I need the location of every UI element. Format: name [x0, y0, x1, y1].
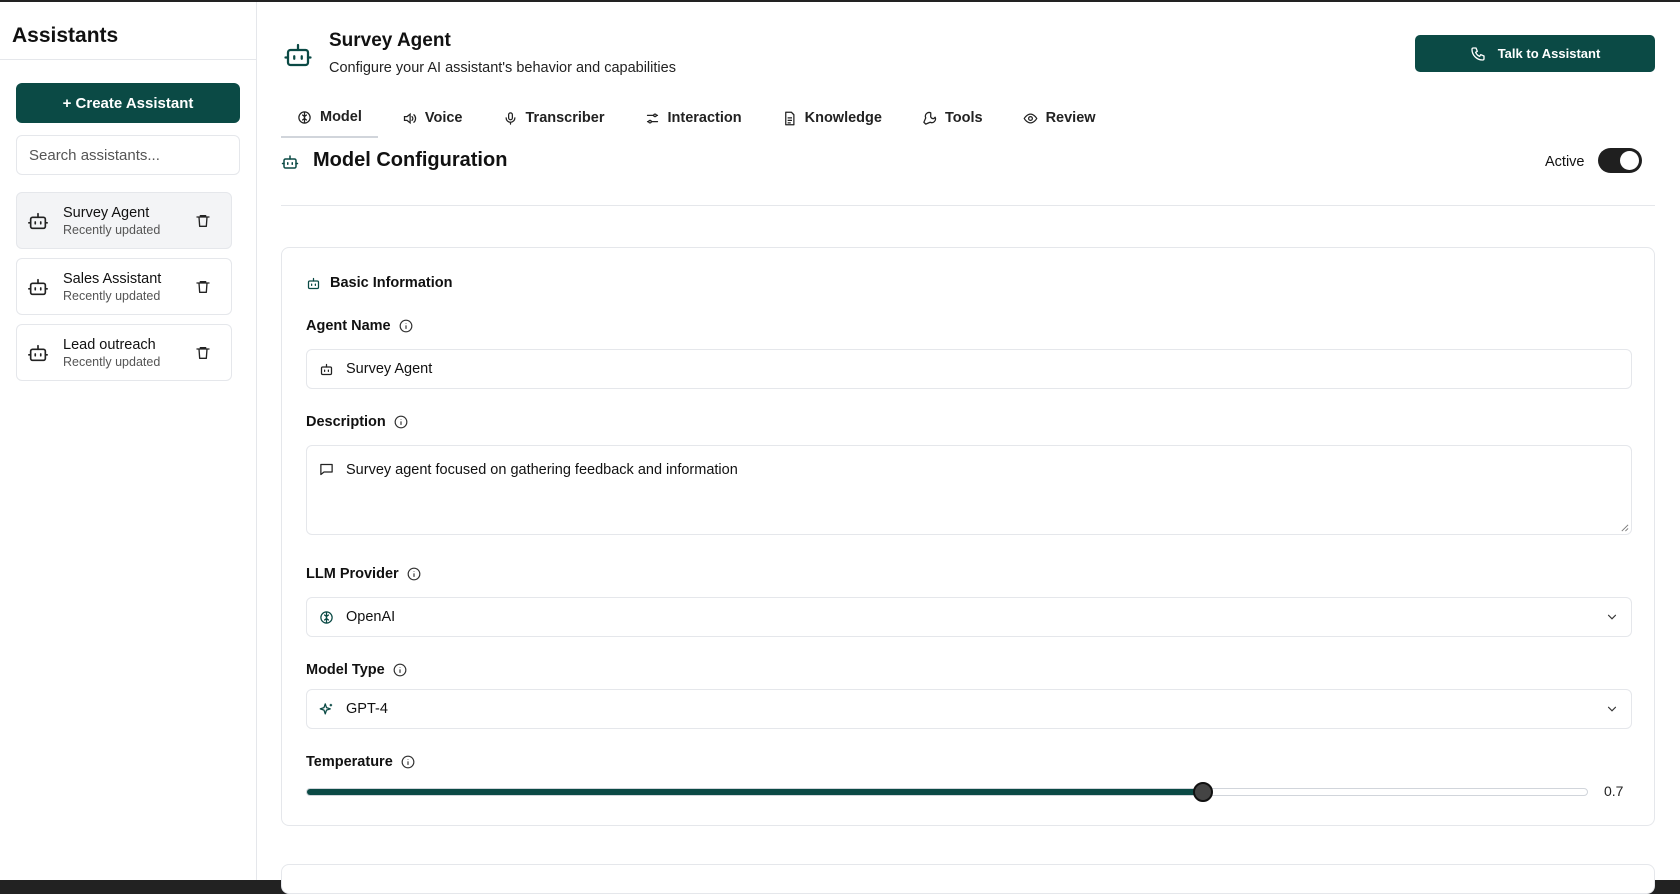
- tab-model[interactable]: Model: [281, 98, 378, 138]
- agent-name-field[interactable]: Survey Agent: [306, 349, 1632, 389]
- assistant-item-survey-agent[interactable]: Survey Agent Recently updated: [16, 192, 232, 249]
- create-assistant-button[interactable]: + Create Assistant: [16, 83, 240, 123]
- app-window: Assistants + Create Assistant Survey Age…: [0, 2, 1680, 894]
- main-panel: Survey Agent Configure your AI assistant…: [257, 2, 1680, 894]
- bot-icon: [284, 43, 312, 67]
- model-type-label: Model Type: [306, 662, 407, 678]
- bot-icon: [28, 212, 48, 229]
- assistant-item-sales-assistant[interactable]: Sales Assistant Recently updated: [16, 258, 232, 315]
- description-label-text: Description: [306, 414, 386, 430]
- comment-icon: [320, 463, 333, 476]
- assistant-name: Sales Assistant: [63, 270, 162, 287]
- tab-label: Tools: [944, 110, 983, 126]
- resize-handle-icon[interactable]: [1620, 523, 1629, 532]
- info-icon[interactable]: [401, 755, 415, 769]
- tab-interaction[interactable]: Interaction: [629, 98, 758, 138]
- document-icon: [784, 111, 795, 125]
- trash-icon[interactable]: [195, 345, 211, 361]
- tab-review[interactable]: Review: [1007, 98, 1112, 138]
- slider-fill: [307, 789, 1203, 795]
- model-type-value: GPT-4: [346, 701, 388, 717]
- bot-icon: [307, 277, 320, 289]
- config-tabs: Model Voice Transcriber Interaction Know…: [281, 98, 1120, 140]
- slider-thumb[interactable]: [1193, 782, 1213, 802]
- card-heading-label: Basic Information: [330, 275, 453, 291]
- info-icon[interactable]: [394, 415, 408, 429]
- sliders-icon: [646, 113, 658, 123]
- trash-icon[interactable]: [195, 279, 211, 295]
- next-card: [281, 864, 1655, 894]
- assistant-updated: Recently updated: [63, 222, 161, 237]
- brain-icon: [298, 110, 311, 124]
- divider: [281, 205, 1655, 206]
- assistant-name: Survey Agent: [63, 204, 150, 221]
- agent-name-value: Survey Agent: [346, 361, 433, 377]
- active-toggle[interactable]: [1598, 148, 1642, 173]
- page-title: Survey Agent: [329, 30, 451, 51]
- description-value: Survey agent focused on gathering feedba…: [346, 462, 738, 478]
- llm-provider-value: OpenAI: [346, 609, 396, 625]
- tab-tools[interactable]: Tools: [906, 98, 999, 138]
- trash-icon[interactable]: [195, 213, 211, 229]
- tab-label: Transcriber: [525, 110, 605, 126]
- chevron-down-icon: [1607, 706, 1617, 712]
- assistant-item-lead-outreach[interactable]: Lead outreach Recently updated: [16, 324, 232, 381]
- tab-label: Model: [320, 109, 362, 125]
- agent-name-label-text: Agent Name: [306, 318, 391, 334]
- tab-label: Interaction: [667, 110, 742, 126]
- info-icon[interactable]: [407, 567, 421, 581]
- chevron-down-icon: [1607, 614, 1617, 620]
- card-heading: Basic Information: [306, 275, 452, 291]
- info-icon[interactable]: [399, 319, 413, 333]
- assistant-name: Lead outreach: [63, 336, 156, 353]
- bot-icon: [281, 155, 299, 169]
- talk-label: Talk to Assistant: [1497, 46, 1601, 61]
- llm-provider-label-text: LLM Provider: [306, 566, 399, 582]
- basic-information-card: Basic Information Agent Name Survey Agen…: [281, 247, 1655, 826]
- bot-icon: [320, 363, 333, 375]
- tab-knowledge[interactable]: Knowledge: [766, 98, 898, 138]
- sidebar-title: Assistants: [0, 2, 256, 60]
- speaker-icon: [403, 112, 417, 124]
- temperature-slider[interactable]: [306, 782, 1588, 802]
- tab-label: Review: [1045, 110, 1096, 126]
- microphone-icon: [505, 111, 515, 125]
- temperature-value: 0.7: [1604, 783, 1624, 799]
- active-label: Active: [1545, 154, 1585, 170]
- brain-icon: [320, 610, 333, 624]
- sidebar: Assistants + Create Assistant Survey Age…: [0, 2, 257, 880]
- assistant-updated: Recently updated: [63, 354, 161, 369]
- phone-icon: [1471, 46, 1485, 61]
- description-field[interactable]: Survey agent focused on gathering feedba…: [306, 445, 1632, 535]
- temperature-label-text: Temperature: [306, 754, 393, 770]
- bot-icon: [28, 344, 48, 361]
- agent-name-label: Agent Name: [306, 318, 413, 334]
- bot-icon: [28, 278, 48, 295]
- section-title: Model Configuration: [313, 149, 508, 171]
- sparkles-icon: [319, 702, 333, 714]
- tab-transcriber[interactable]: Transcriber: [487, 98, 621, 138]
- wrench-icon: [923, 111, 937, 125]
- llm-provider-select[interactable]: OpenAI: [306, 597, 1632, 637]
- tab-label: Knowledge: [804, 110, 882, 126]
- description-label: Description: [306, 414, 408, 430]
- model-type-label-text: Model Type: [306, 662, 385, 678]
- page-subtitle: Configure your AI assistant's behavior a…: [329, 60, 676, 76]
- tab-voice[interactable]: Voice: [386, 98, 479, 138]
- tab-label: Voice: [424, 110, 463, 126]
- model-type-select[interactable]: GPT-4: [306, 689, 1632, 729]
- talk-to-assistant-button[interactable]: Talk to Assistant: [1415, 35, 1655, 72]
- assistant-list: Survey Agent Recently updated Sales Assi…: [16, 192, 232, 390]
- search-input[interactable]: [16, 135, 240, 175]
- info-icon[interactable]: [393, 663, 407, 677]
- assistant-updated: Recently updated: [63, 288, 161, 303]
- temperature-label: Temperature: [306, 754, 415, 770]
- llm-provider-label: LLM Provider: [306, 566, 421, 582]
- eye-icon: [1023, 112, 1038, 124]
